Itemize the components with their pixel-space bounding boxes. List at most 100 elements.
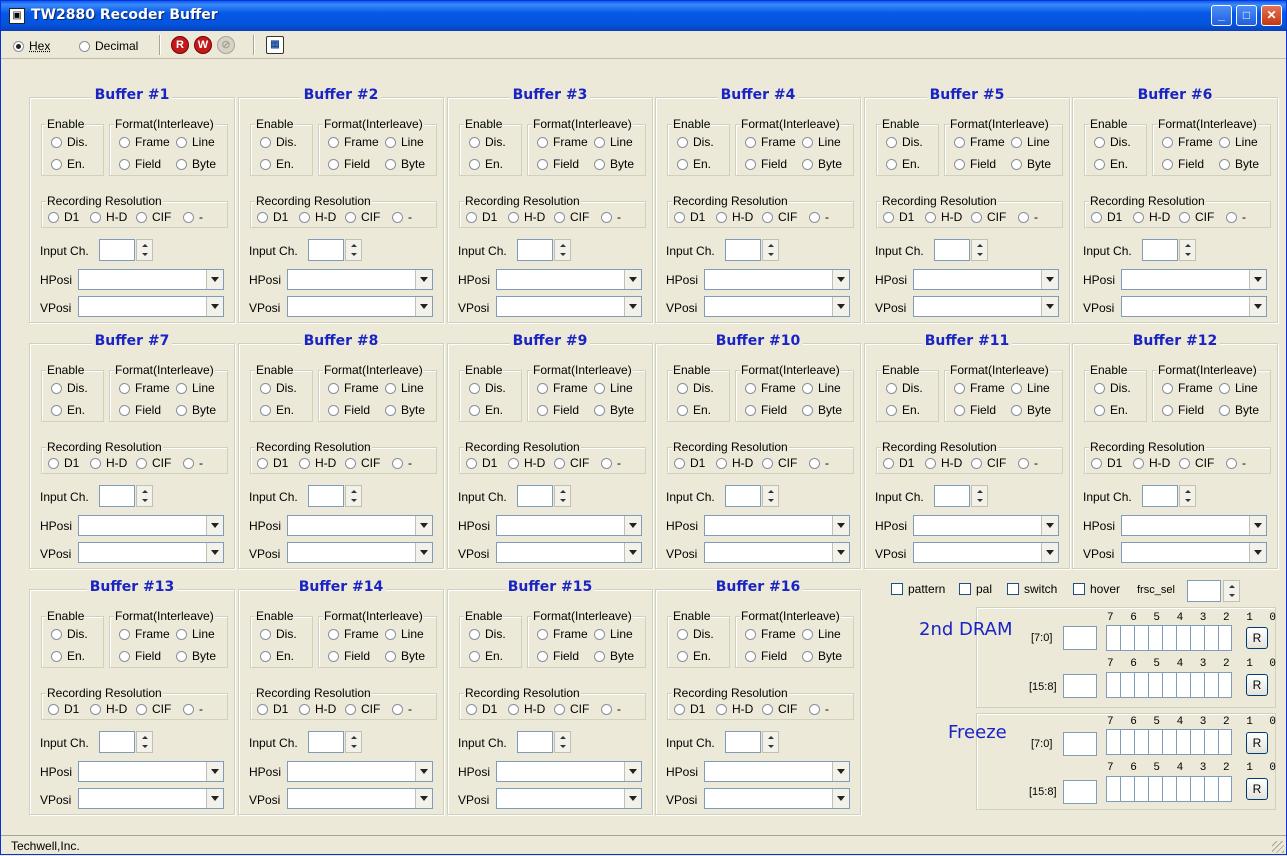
radio-dot[interactable] (716, 212, 727, 223)
vposi-select[interactable] (496, 542, 642, 563)
bit-cell[interactable] (1176, 672, 1190, 698)
resolution-cif-radio[interactable]: CIF (345, 702, 380, 716)
enable-en-radio[interactable]: En. (886, 403, 920, 417)
input-ch-spin[interactable] (554, 731, 571, 753)
vposi-select[interactable] (1121, 542, 1267, 563)
format-field-radio[interactable]: Field (954, 403, 996, 417)
resolution-hd-radio[interactable]: H-D (1133, 456, 1170, 470)
format-line-radio[interactable]: Line (802, 627, 841, 641)
hposi-select[interactable] (496, 515, 642, 536)
radio-dot[interactable] (1018, 458, 1029, 469)
radio-dot[interactable] (328, 159, 339, 170)
enable-dis-radio[interactable]: Dis. (1094, 135, 1131, 149)
radio-dot[interactable] (392, 458, 403, 469)
vposi-select[interactable] (913, 296, 1059, 317)
radio-dot[interactable] (392, 212, 403, 223)
format-field-radio[interactable]: Field (1162, 403, 1204, 417)
resolution-dash-radio[interactable]: - (1226, 210, 1246, 224)
format-line-radio[interactable]: Line (594, 135, 633, 149)
frsc-sel-spin[interactable] (1223, 580, 1240, 602)
radio-dot[interactable] (466, 212, 477, 223)
format-field-radio[interactable]: Field (537, 403, 579, 417)
radio-dot[interactable] (345, 704, 356, 715)
radio-dot[interactable] (809, 704, 820, 715)
radio-dot[interactable] (1162, 137, 1173, 148)
enable-dis-radio[interactable]: Dis. (1094, 381, 1131, 395)
calendar-icon[interactable]: ▦ (266, 36, 284, 54)
vposi-select[interactable] (496, 296, 642, 317)
dropdown-arrow-icon[interactable] (1249, 543, 1266, 562)
radio-dot[interactable] (176, 159, 187, 170)
resize-grip-icon[interactable] (1272, 841, 1284, 853)
format-frame-radio[interactable]: Frame (954, 381, 1005, 395)
resolution-dash-radio[interactable]: - (183, 456, 203, 470)
format-line-radio[interactable]: Line (385, 135, 424, 149)
dropdown-arrow-icon[interactable] (415, 270, 432, 289)
radio-dot[interactable] (1094, 137, 1105, 148)
resolution-dash-radio[interactable]: - (601, 210, 621, 224)
resolution-hd-radio[interactable]: H-D (925, 210, 962, 224)
dropdown-arrow-icon[interactable] (832, 789, 849, 808)
resolution-dash-radio[interactable]: - (601, 456, 621, 470)
resolution-d1-radio[interactable]: D1 (674, 702, 705, 716)
radio-dot[interactable] (299, 704, 310, 715)
radio-dot[interactable] (537, 651, 548, 662)
second-dram-low-read-button[interactable]: R (1246, 627, 1268, 649)
radio-dot[interactable] (537, 383, 548, 394)
format-frame-radio[interactable]: Frame (328, 381, 379, 395)
format-frame-radio[interactable]: Frame (119, 627, 170, 641)
resolution-d1-radio[interactable]: D1 (466, 210, 497, 224)
enable-en-radio[interactable]: En. (469, 157, 503, 171)
resolution-cif-radio[interactable]: CIF (971, 456, 1006, 470)
radio-dot[interactable] (90, 704, 101, 715)
input-ch-spin[interactable] (345, 731, 362, 753)
hposi-select[interactable] (78, 269, 224, 290)
vposi-select[interactable] (287, 788, 433, 809)
radio-dot[interactable] (385, 405, 396, 416)
radio-dot[interactable] (260, 383, 271, 394)
enable-en-radio[interactable]: En. (51, 157, 85, 171)
dropdown-arrow-icon[interactable] (832, 297, 849, 316)
bit-cell[interactable] (1148, 672, 1162, 698)
radio-dot[interactable] (802, 629, 813, 640)
radio-dot[interactable] (469, 137, 480, 148)
resolution-dash-radio[interactable]: - (392, 210, 412, 224)
hposi-select[interactable] (78, 515, 224, 536)
radio-dot[interactable] (745, 405, 756, 416)
radio-dot[interactable] (883, 212, 894, 223)
radio-dot[interactable] (1162, 405, 1173, 416)
vposi-select[interactable] (913, 542, 1059, 563)
radio-dot[interactable] (537, 137, 548, 148)
radio-dot[interactable] (601, 212, 612, 223)
resolution-cif-radio[interactable]: CIF (136, 456, 171, 470)
dropdown-arrow-icon[interactable] (624, 516, 641, 535)
radio-dot[interactable] (883, 458, 894, 469)
hposi-select[interactable] (287, 269, 433, 290)
radio-dot[interactable] (469, 651, 480, 662)
format-byte-radio[interactable]: Byte (802, 157, 842, 171)
radio-dot[interactable] (954, 159, 965, 170)
dropdown-arrow-icon[interactable] (415, 297, 432, 316)
format-field-radio[interactable]: Field (328, 649, 370, 663)
resolution-dash-radio[interactable]: - (809, 210, 829, 224)
dropdown-arrow-icon[interactable] (1249, 270, 1266, 289)
freeze-high-read-button[interactable]: R (1246, 778, 1268, 800)
input-ch-input[interactable] (725, 485, 761, 507)
radio-dot[interactable] (886, 137, 897, 148)
resolution-hd-radio[interactable]: H-D (716, 456, 753, 470)
resolution-d1-radio[interactable]: D1 (48, 702, 79, 716)
radio-dot[interactable] (260, 159, 271, 170)
bit-cell[interactable] (1218, 672, 1232, 698)
maximize-button[interactable]: □ (1236, 5, 1257, 26)
radio-dot[interactable] (925, 458, 936, 469)
resolution-cif-radio[interactable]: CIF (762, 210, 797, 224)
input-ch-input[interactable] (517, 239, 553, 261)
pal-checkbox[interactable]: pal (959, 582, 992, 596)
radio-dot[interactable] (183, 458, 194, 469)
resolution-cif-radio[interactable]: CIF (554, 456, 589, 470)
switch-checkbox[interactable]: switch (1007, 582, 1057, 596)
dropdown-arrow-icon[interactable] (415, 762, 432, 781)
dropdown-arrow-icon[interactable] (624, 789, 641, 808)
input-ch-input[interactable] (934, 239, 970, 261)
resolution-hd-radio[interactable]: H-D (299, 702, 336, 716)
